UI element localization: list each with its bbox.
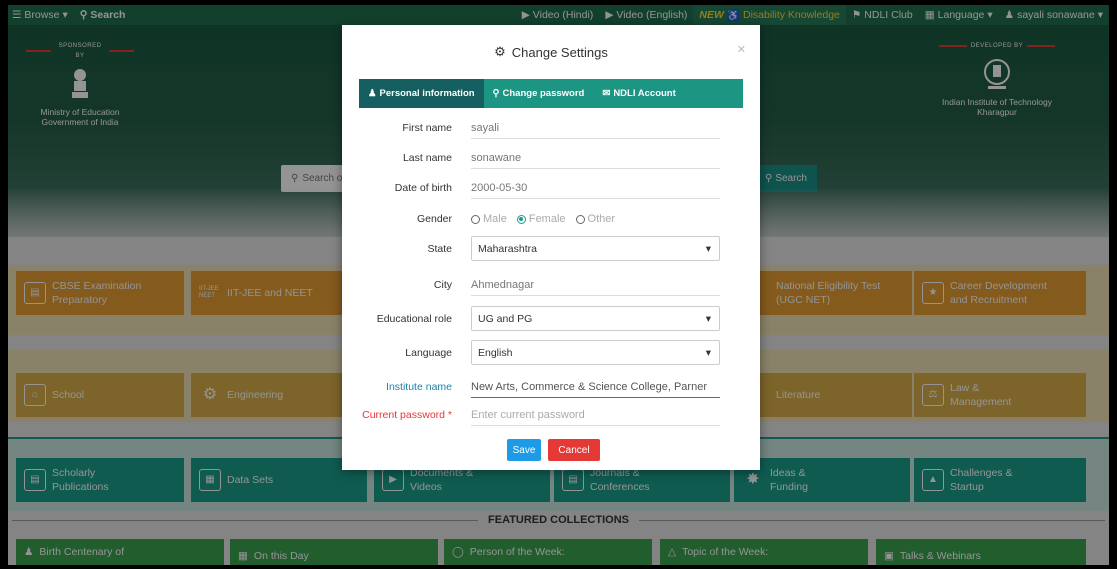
radio-circle-selected — [516, 214, 526, 224]
cancel-button[interactable]: Cancel — [548, 439, 600, 461]
modal-header: ⚙ Change Settings ✕ — [342, 25, 760, 79]
dob-label: Date of birth — [394, 182, 452, 194]
gender-male-label: Male — [483, 213, 507, 225]
city-row: City Ahmednagar — [342, 274, 760, 296]
state-select[interactable]: Maharashtra ▾ — [471, 236, 720, 261]
tab-personal-information[interactable]: ♟ Personal information — [359, 79, 484, 108]
tab-account-label: NDLI Account — [613, 88, 676, 99]
language-value: English — [478, 346, 513, 359]
gender-female-radio[interactable]: Female — [516, 213, 566, 225]
save-button[interactable]: Save — [507, 439, 541, 461]
settings-tabs: ♟ Personal information ⚲ Change password… — [359, 79, 743, 108]
user-icon: ♟ — [368, 88, 377, 99]
first-name-label: First name — [402, 122, 452, 134]
language-select[interactable]: English ▾ — [471, 340, 720, 365]
role-select[interactable]: UG and PG ▾ — [471, 306, 720, 331]
change-settings-modal: ⚙ Change Settings ✕ ♟ Personal informati… — [342, 25, 760, 470]
state-value: Maharashtra — [478, 242, 537, 255]
last-name-field[interactable]: sonawane — [471, 147, 720, 169]
gears-icon: ⚙ — [494, 44, 506, 59]
city-label: City — [433, 279, 452, 291]
radio-circle — [575, 214, 585, 224]
role-value: UG and PG — [478, 312, 533, 325]
gender-female-label: Female — [528, 213, 566, 225]
institute-row: Institute name New Arts, Commerce & Scie… — [342, 376, 760, 398]
current-password-label: Current password * — [362, 409, 452, 421]
chevron-down-icon: ▾ — [705, 312, 711, 325]
tab-personal-label: Personal information — [379, 88, 475, 99]
last-name-row: Last name sonawane — [342, 147, 760, 169]
chevron-down-icon: ▾ — [705, 242, 711, 255]
first-name-row: First name sayali — [342, 117, 760, 139]
gender-other-label: Other — [587, 213, 616, 225]
current-password-field[interactable]: Enter current password — [471, 404, 720, 426]
dob-field[interactable]: 2000-05-30 — [471, 177, 720, 199]
envelope-icon: ✉ — [602, 88, 611, 99]
first-name-field[interactable]: sayali — [471, 117, 720, 139]
save-label: Save — [512, 444, 536, 456]
close-icon[interactable]: ✕ — [737, 43, 746, 56]
gender-radio-group: Male Female Other — [471, 213, 615, 225]
tab-password-label: Change password — [502, 88, 585, 99]
dob-row: Date of birth 2000-05-30 — [342, 177, 760, 199]
lock-icon: ⚲ — [492, 88, 500, 99]
role-label: Educational role — [376, 312, 452, 325]
cancel-label: Cancel — [558, 444, 590, 456]
language-label: Language — [405, 346, 452, 359]
role-row: Educational role UG and PG ▾ — [342, 306, 760, 331]
gender-other-radio[interactable]: Other — [575, 213, 616, 225]
gender-male-radio[interactable]: Male — [471, 213, 507, 225]
tab-ndli-account[interactable]: ✉ NDLI Account — [593, 79, 684, 108]
current-password-row: Current password * Enter current passwor… — [342, 404, 760, 426]
browser-viewport: ☰ Browse ▾ ⚲ Search ▶ Video (Hindi) ▶ Vi… — [8, 5, 1109, 565]
chevron-down-icon: ▾ — [705, 346, 711, 359]
gender-label: Gender — [416, 213, 452, 225]
state-label: State — [427, 242, 452, 255]
institute-field[interactable]: New Arts, Commerce & Science College, Pa… — [471, 376, 720, 398]
gender-row: Gender Male Female Other — [342, 208, 760, 230]
language-row: Language English ▾ — [342, 340, 760, 365]
radio-circle — [471, 214, 480, 224]
tab-change-password[interactable]: ⚲ Change password — [484, 79, 594, 108]
state-row: State Maharashtra ▾ — [342, 236, 760, 261]
modal-title: Change Settings — [511, 44, 608, 60]
city-field[interactable]: Ahmednagar — [471, 274, 720, 296]
last-name-label: Last name — [402, 152, 452, 164]
institute-label: Institute name — [386, 381, 452, 393]
